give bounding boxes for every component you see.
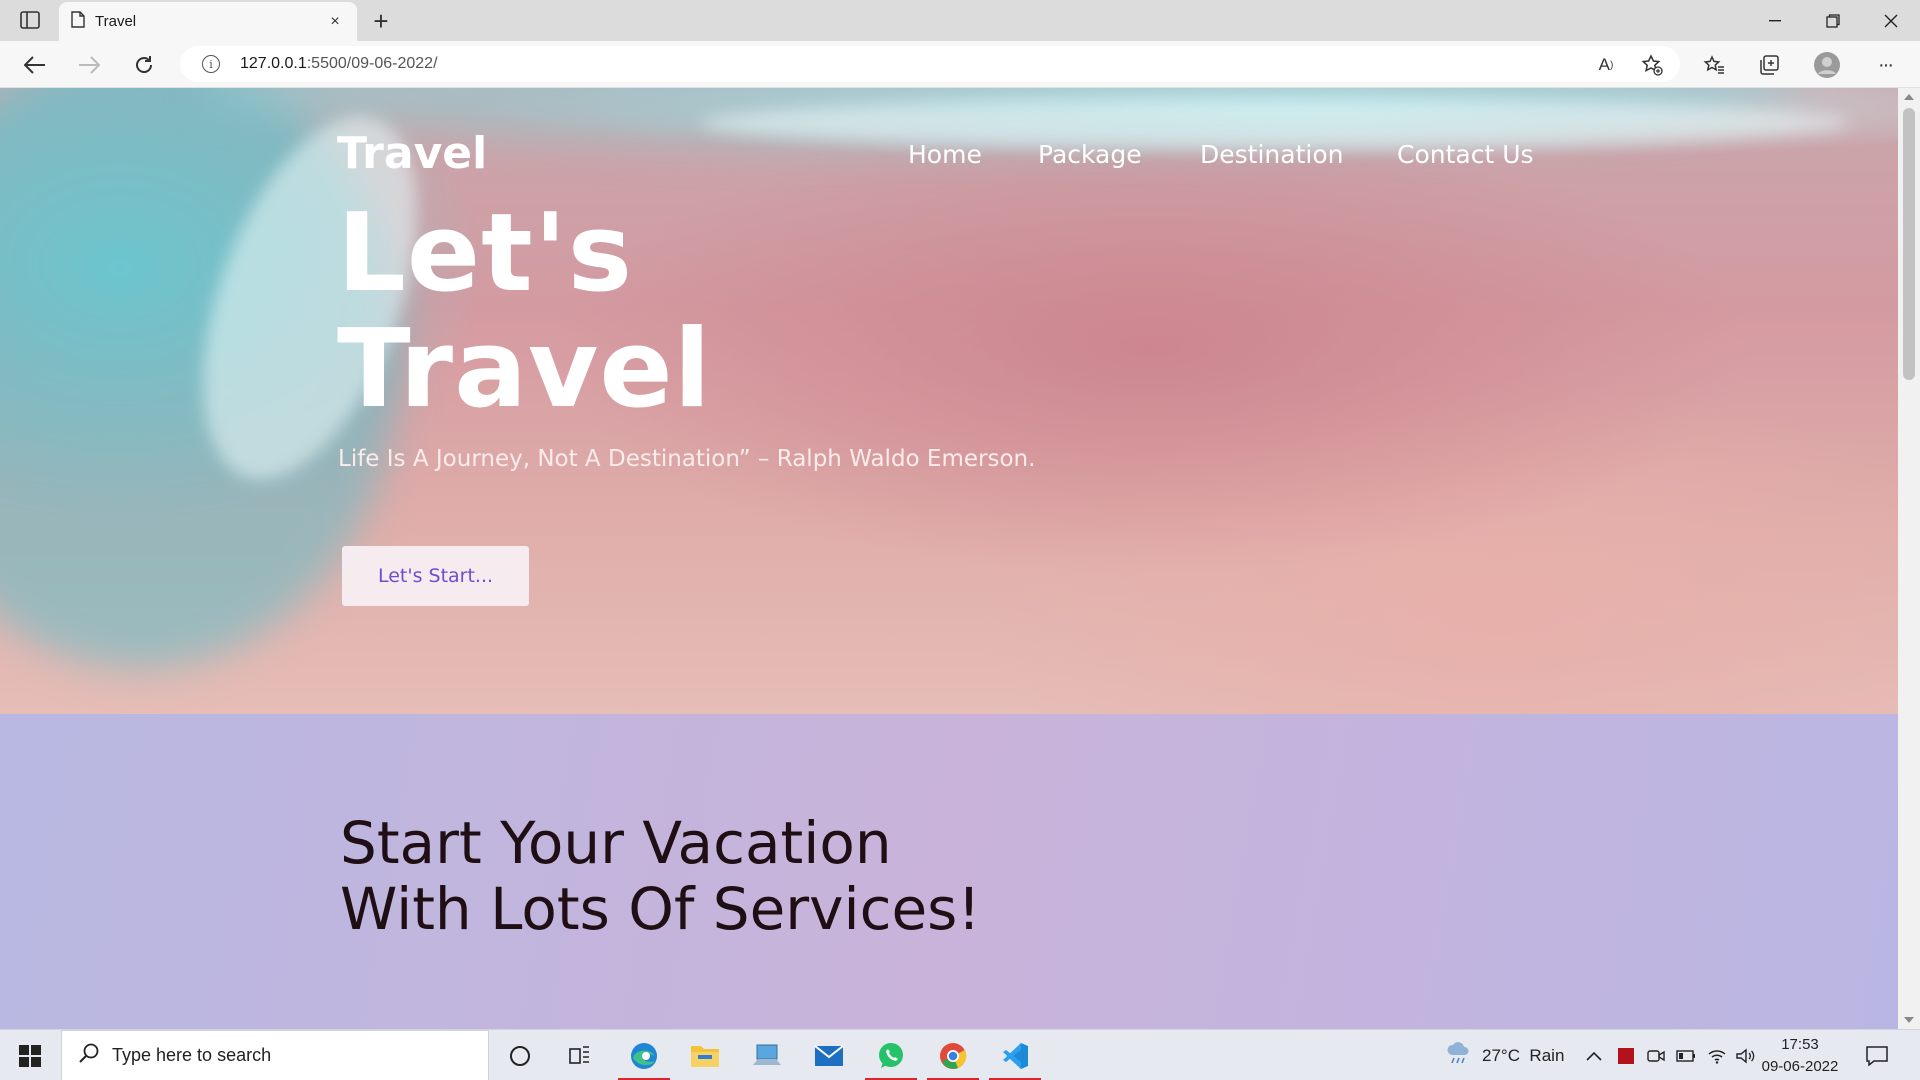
clock-time: 17:53 — [1781, 1036, 1819, 1053]
page-scrollbar[interactable] — [1898, 88, 1920, 1029]
back-icon[interactable] — [18, 49, 52, 81]
browser-tab[interactable]: Travel × — [59, 2, 357, 41]
address-bar[interactable]: i 127.0.0.1:5500/09-06-2022/ — [180, 46, 1680, 82]
file-explorer-icon[interactable] — [675, 1030, 735, 1080]
hero-section: Travel Home Package Destination Contact … — [0, 88, 1898, 714]
clock-date: 09-06-2022 — [1761, 1058, 1839, 1075]
browser-tab-bar: Travel × + — [0, 0, 1920, 41]
nav-home[interactable]: Home — [908, 140, 982, 169]
weather-widget[interactable]: 27°C Rain — [1446, 1030, 1564, 1080]
add-favorite-icon[interactable] — [1635, 49, 1669, 81]
close-window-icon[interactable] — [1862, 0, 1920, 41]
close-tab-icon[interactable]: × — [325, 13, 345, 31]
vscode-icon[interactable] — [985, 1030, 1045, 1080]
battery-icon[interactable] — [1676, 1030, 1696, 1080]
page-viewport: Travel Home Package Destination Contact … — [0, 88, 1898, 1029]
wifi-icon[interactable] — [1707, 1030, 1727, 1080]
cortana-icon[interactable] — [490, 1030, 550, 1080]
app-tray-icon[interactable] — [1617, 1030, 1635, 1080]
tab-actions-icon[interactable] — [14, 8, 46, 32]
notifications-icon[interactable] — [1866, 1030, 1888, 1080]
search-icon — [78, 1042, 100, 1069]
rain-icon — [1446, 1042, 1472, 1069]
pc-icon[interactable] — [737, 1030, 797, 1080]
services-heading: Start Your Vacation With Lots Of Service… — [340, 809, 981, 943]
refresh-icon[interactable] — [127, 49, 161, 81]
profile-avatar-icon[interactable] — [1810, 49, 1844, 81]
tab-title: Travel — [95, 13, 137, 30]
mail-icon[interactable] — [799, 1030, 859, 1080]
hero-headline: Let's Travel — [337, 191, 712, 432]
nav-contact-us[interactable]: Contact Us — [1397, 140, 1534, 169]
favorites-icon[interactable] — [1697, 49, 1731, 81]
site-info-icon[interactable]: i — [202, 55, 220, 73]
search-placeholder: Type here to search — [112, 1045, 272, 1065]
nav-package[interactable]: Package — [1038, 140, 1142, 169]
scrollbar-thumb[interactable] — [1903, 108, 1915, 380]
forward-icon[interactable] — [72, 49, 106, 81]
hero-tagline: Life Is A Journey, Not A Destination” – … — [338, 446, 1036, 472]
minimize-icon[interactable] — [1746, 0, 1804, 41]
windows-start-icon[interactable] — [8, 1038, 52, 1074]
edge-icon[interactable] — [614, 1030, 674, 1080]
meet-now-icon[interactable] — [1647, 1030, 1665, 1080]
url-text: 127.0.0.1:5500/09-06-2022/ — [240, 55, 438, 72]
taskbar-clock[interactable]: 17:53 09-06-2022 — [1756, 1034, 1844, 1078]
lets-start-button[interactable]: Let's Start... — [342, 546, 529, 606]
task-view-icon[interactable] — [550, 1030, 610, 1080]
restore-icon[interactable] — [1804, 0, 1862, 41]
scroll-down-icon[interactable] — [1904, 1017, 1914, 1023]
volume-icon[interactable] — [1735, 1030, 1755, 1080]
show-hidden-icons[interactable] — [1586, 1030, 1602, 1080]
weather-text: 27°C Rain — [1482, 1045, 1565, 1065]
nav-destination[interactable]: Destination — [1200, 140, 1343, 169]
new-tab-button[interactable]: + — [366, 6, 396, 36]
windows-taskbar: Type here to search 27°C Rain 17:53 09-0… — [0, 1029, 1920, 1080]
whatsapp-icon[interactable] — [861, 1030, 921, 1080]
settings-menu-icon[interactable]: ··· — [1868, 49, 1902, 81]
read-aloud-icon[interactable]: A) — [1589, 49, 1623, 81]
site-logo[interactable]: Travel — [337, 128, 487, 179]
services-section: Start Your Vacation With Lots Of Service… — [0, 714, 1898, 1029]
page-icon — [71, 10, 85, 33]
taskbar-search-box[interactable]: Type here to search — [61, 1030, 489, 1080]
scroll-up-icon[interactable] — [1904, 94, 1914, 100]
chrome-icon[interactable] — [923, 1030, 983, 1080]
address-toolbar: i 127.0.0.1:5500/09-06-2022/ A) ··· — [0, 41, 1920, 88]
collections-icon[interactable] — [1752, 49, 1786, 81]
